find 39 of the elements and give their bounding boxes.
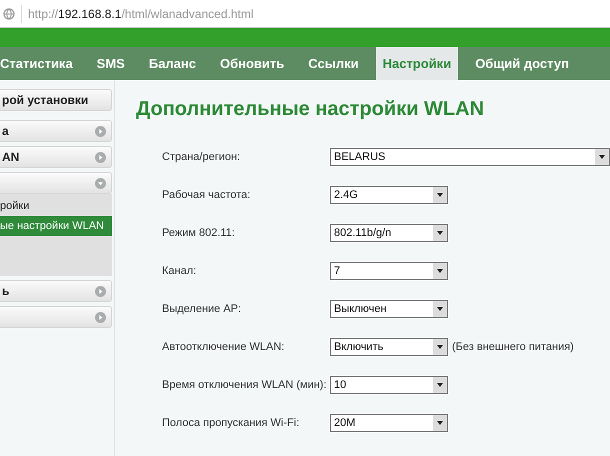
expand-down-icon bbox=[95, 178, 106, 188]
field-label: Полоса пропускания Wi-Fi: bbox=[162, 416, 300, 431]
field-label: Время отключения WLAN (мин): bbox=[162, 378, 328, 393]
expand-right-icon bbox=[95, 312, 106, 322]
nav-tab[interactable]: Настройки bbox=[376, 47, 458, 80]
nav-tab[interactable]: Статистика bbox=[0, 47, 80, 80]
submenu-item[interactable]: ые настройки WLAN bbox=[0, 216, 112, 236]
sidebar-item[interactable] bbox=[0, 172, 112, 194]
dropdown[interactable]: Выключен bbox=[330, 300, 448, 318]
sidebar-item[interactable] bbox=[0, 306, 112, 328]
field-label: Выделение AP: bbox=[162, 302, 242, 317]
submenu-item[interactable]: ройки bbox=[0, 196, 112, 216]
dropdown[interactable]: BELARUS bbox=[330, 148, 610, 166]
expand-right-icon bbox=[95, 152, 106, 162]
nav-tab[interactable]: SMS bbox=[90, 47, 132, 80]
sidebar-item[interactable]: рой установки bbox=[0, 89, 112, 111]
dropdown[interactable]: 10 bbox=[330, 376, 448, 394]
sidebar-item[interactable]: а bbox=[0, 120, 112, 142]
field-label: Страна/регион: bbox=[162, 150, 242, 165]
globe-icon bbox=[3, 8, 15, 20]
field-label: Рабочая частота: bbox=[162, 188, 252, 203]
expand-right-icon bbox=[95, 286, 106, 296]
nav-tab[interactable]: Баланс bbox=[142, 47, 203, 80]
nav-tab[interactable]: Ссылки bbox=[301, 47, 366, 80]
dropdown[interactable]: Включить bbox=[330, 338, 448, 356]
field-note: (Без внешнего питания) bbox=[452, 340, 574, 355]
dropdown[interactable]: 802.11b/g/n bbox=[330, 224, 448, 242]
dropdown[interactable]: 7 bbox=[330, 262, 448, 280]
expand-right-icon bbox=[95, 126, 106, 136]
sidebar-item[interactable]: AN bbox=[0, 146, 112, 168]
field-label: Автоотключение WLAN: bbox=[162, 340, 286, 355]
page-title: Дополнительные настройки WLAN bbox=[136, 97, 486, 122]
nav-tab[interactable]: Общий доступ bbox=[468, 47, 576, 80]
dropdown[interactable]: 20M bbox=[330, 414, 448, 432]
field-label: Канал: bbox=[162, 264, 198, 279]
nav-tab[interactable]: Обновить bbox=[213, 47, 292, 80]
field-label: Режим 802.11: bbox=[162, 226, 236, 241]
sidebar-item[interactable]: ь bbox=[0, 280, 112, 302]
dropdown[interactable]: 2.4G bbox=[330, 186, 448, 204]
